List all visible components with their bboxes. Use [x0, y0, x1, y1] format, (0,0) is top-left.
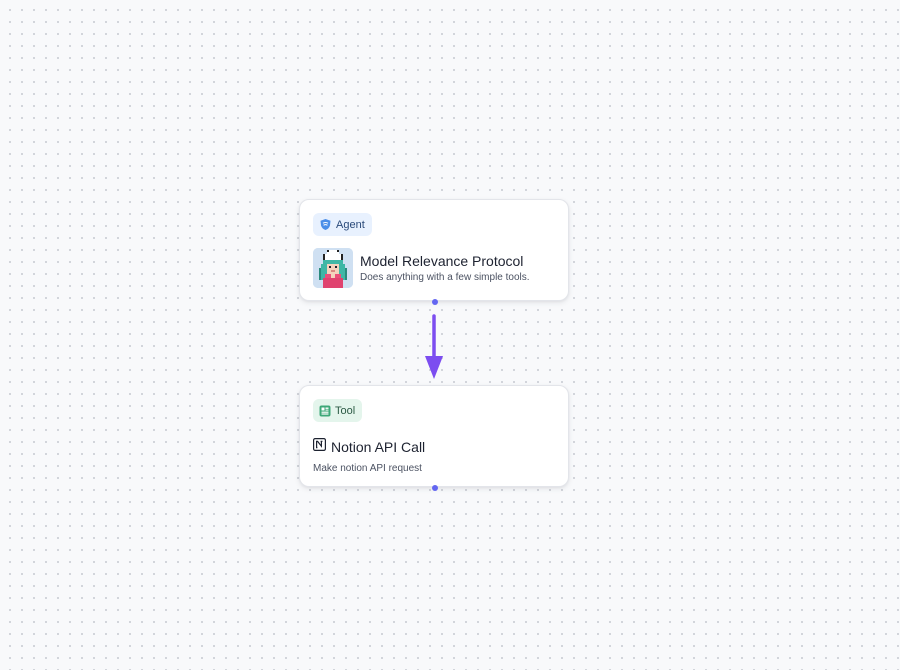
agent-output-handle[interactable] — [432, 299, 438, 305]
tool-grid-icon — [319, 405, 331, 417]
pixel-avatar — [313, 248, 353, 288]
agent-subtitle: Does anything with a few simple tools. — [360, 271, 530, 283]
agent-tag-label: Agent — [336, 218, 365, 231]
notion-icon — [313, 438, 327, 456]
agent-tag: Agent — [313, 213, 372, 236]
tool-title: Notion API Call — [331, 439, 426, 455]
tool-tag-label: Tool — [335, 404, 356, 417]
tool-node[interactable]: Tool Notion API Call Make notion API req… — [299, 385, 569, 487]
agent-title: Model Relevance Protocol — [360, 252, 524, 269]
tool-description: Make notion API request — [313, 463, 422, 474]
edge-connector — [425, 314, 443, 379]
tool-tag: Tool — [313, 399, 363, 422]
agent-shield-icon — [319, 218, 332, 231]
flow-canvas[interactable]: Agent Model Relevance Protocol Does anyt… — [0, 0, 900, 670]
agent-node[interactable]: Agent Model Relevance Protocol Does anyt… — [299, 199, 569, 301]
tool-output-handle[interactable] — [432, 485, 438, 491]
edge-arrowhead — [425, 356, 443, 379]
